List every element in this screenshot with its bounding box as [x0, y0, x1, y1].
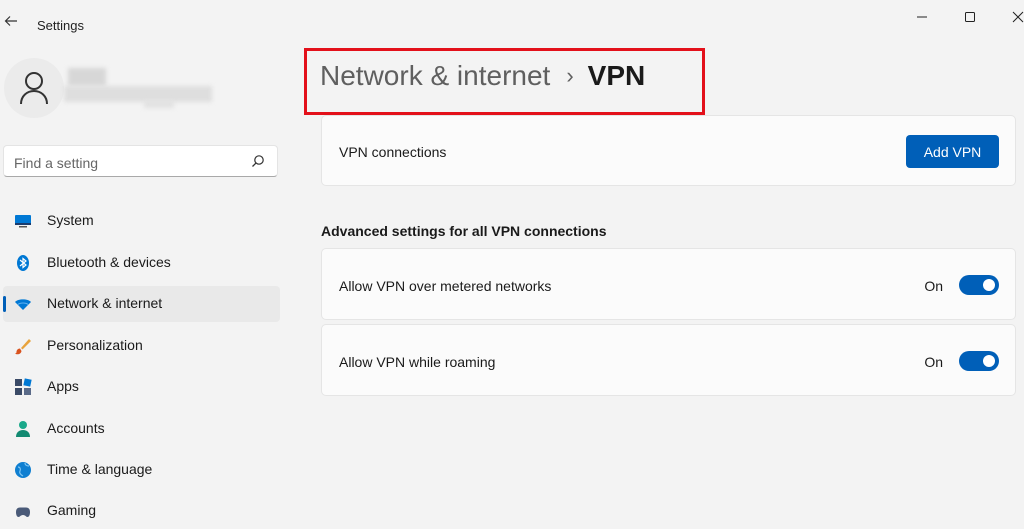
profile-name-blurred	[64, 64, 214, 110]
sidebar-item-time-language[interactable]: Time & language	[3, 452, 280, 488]
sidebar-item-bluetooth[interactable]: Bluetooth & devices	[3, 245, 280, 281]
sidebar-item-system[interactable]: System	[3, 203, 280, 239]
vpn-connections-label: VPN connections	[339, 144, 447, 160]
toggle-state-label: On	[924, 354, 943, 370]
user-icon	[20, 72, 48, 105]
sidebar-item-label: Bluetooth & devices	[47, 254, 171, 270]
setting-label-roaming: Allow VPN while roaming	[339, 354, 496, 370]
search-icon[interactable]	[251, 154, 265, 173]
sidebar-item-label: System	[47, 212, 94, 228]
maximize-icon[interactable]	[958, 6, 982, 30]
wifi-icon	[14, 295, 32, 313]
sidebar-item-accounts[interactable]: Accounts	[3, 411, 280, 447]
sidebar-item-label: Time & language	[47, 461, 153, 477]
add-vpn-button[interactable]: Add VPN	[906, 135, 999, 168]
title-bar: Settings	[0, 0, 1024, 48]
search-input[interactable]	[12, 152, 246, 174]
setting-label-metered: Allow VPN over metered networks	[339, 278, 552, 294]
avatar[interactable]	[4, 58, 64, 118]
sidebar-item-network[interactable]: Network & internet	[3, 286, 280, 322]
roaming-toggle[interactable]	[959, 351, 999, 371]
gaming-icon	[14, 502, 32, 520]
close-icon[interactable]	[1006, 6, 1024, 30]
brush-icon	[14, 337, 32, 355]
metered-toggle[interactable]	[959, 275, 999, 295]
accounts-icon	[14, 420, 32, 438]
system-icon	[14, 212, 32, 230]
sidebar-item-personalization[interactable]: Personalization	[3, 328, 280, 364]
app-title: Settings	[37, 18, 84, 33]
apps-icon	[14, 378, 32, 396]
search-box[interactable]	[3, 145, 278, 177]
sidebar-item-label: Personalization	[47, 337, 143, 353]
setting-row-roaming: Allow VPN while roaming On	[321, 324, 1016, 396]
sidebar-item-apps[interactable]: Apps	[3, 369, 280, 405]
vpn-connections-card: VPN connections Add VPN	[321, 115, 1016, 186]
sidebar-item-label: Apps	[47, 378, 79, 394]
globe-icon	[14, 461, 32, 479]
advanced-settings-title: Advanced settings for all VPN connection…	[321, 223, 607, 239]
minimize-icon[interactable]	[910, 6, 934, 30]
back-arrow-icon[interactable]	[4, 14, 20, 30]
toggle-state-label: On	[924, 278, 943, 294]
sidebar-item-gaming[interactable]: Gaming	[3, 493, 280, 529]
setting-row-metered: Allow VPN over metered networks On	[321, 248, 1016, 320]
bluetooth-icon	[14, 254, 32, 272]
sidebar-item-label: Accounts	[47, 420, 105, 436]
sidebar-item-label: Network & internet	[47, 295, 163, 311]
highlight-annotation-box	[304, 48, 705, 115]
sidebar-item-label: Gaming	[47, 502, 97, 518]
